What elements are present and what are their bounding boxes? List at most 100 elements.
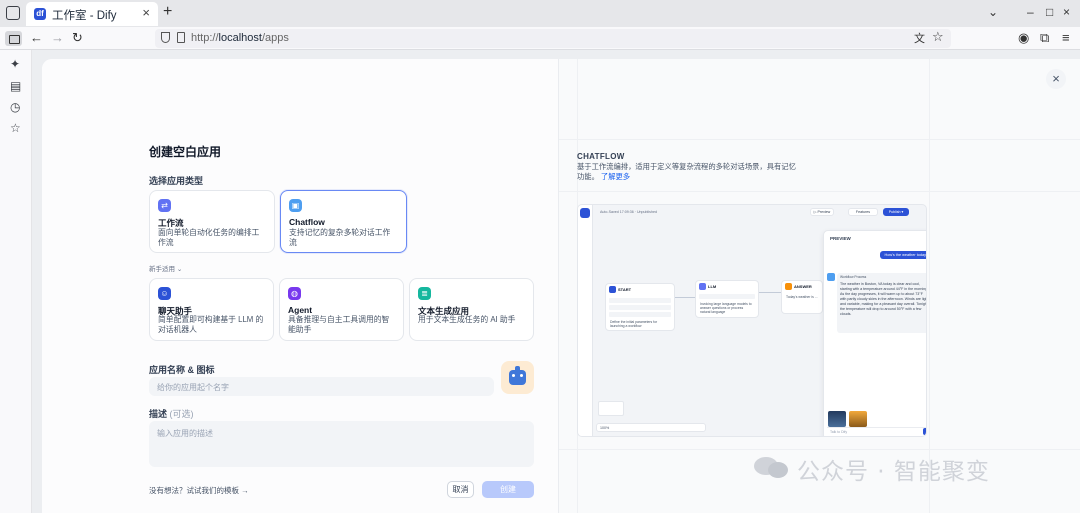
tabs-icon[interactable]: ▤ bbox=[10, 79, 21, 93]
minimap bbox=[598, 401, 624, 416]
app-name-placeholder: 给你的应用起个名字 bbox=[157, 383, 229, 392]
workflow-edge bbox=[675, 297, 695, 298]
maximize-icon[interactable]: □ bbox=[1046, 5, 1053, 19]
answer-node-icon bbox=[785, 283, 792, 290]
chat-preview-panel: PREVIEW How's the weather today Workflow… bbox=[823, 230, 927, 436]
preview-sidebar bbox=[578, 205, 593, 436]
card-desc: 支持记忆的复杂多轮对话工作流 bbox=[289, 228, 391, 247]
start-node: START Define the initial parameters for … bbox=[605, 283, 675, 331]
card-desc: 用于文本生成任务的 AI 助手 bbox=[418, 315, 516, 324]
url-host: localhost bbox=[218, 32, 262, 44]
description-label-text: 描述 bbox=[149, 409, 168, 419]
preview-button: ▷ Preview bbox=[810, 208, 834, 216]
page-title: 创建空白应用 bbox=[149, 145, 222, 159]
app-icon-picker[interactable] bbox=[501, 361, 534, 394]
workflow-process-label: Workflow Process bbox=[840, 275, 867, 279]
menu-icon[interactable]: ≡ bbox=[1062, 30, 1070, 45]
grid-line bbox=[559, 139, 1080, 140]
bot-message: Workflow Process The weather in Boston, … bbox=[837, 273, 927, 333]
optional-tag: (可选) bbox=[169, 409, 194, 419]
back-icon[interactable]: ← bbox=[30, 30, 43, 45]
dify-favicon-icon: df bbox=[34, 8, 46, 20]
beginner-toggle[interactable]: 新手适用 ⌄ bbox=[149, 263, 182, 273]
robot-icon bbox=[509, 366, 526, 385]
cancel-button[interactable]: 取消 bbox=[447, 481, 474, 498]
app-type-label: 选择应用类型 bbox=[149, 176, 204, 186]
reload-icon[interactable]: ↻ bbox=[72, 30, 83, 46]
shield-icon[interactable] bbox=[161, 32, 170, 43]
text-generator-icon: ≣ bbox=[418, 287, 431, 300]
chat-input: Talk to Dify bbox=[827, 427, 926, 436]
card-desc: 简单配置即可构建基于 LLM 的对话机器人 bbox=[158, 315, 264, 334]
attached-image-desert bbox=[849, 411, 867, 427]
features-button: Features bbox=[848, 208, 878, 216]
app-type-card-text-generator[interactable]: ≣ 文本生成应用 用于文本生成任务的 AI 助手 bbox=[409, 278, 534, 341]
url-text[interactable]: http://localhost/apps bbox=[191, 32, 289, 44]
browser-tab-bar: df 工作室 - Dify × + ⌄ – □ × bbox=[0, 0, 1080, 27]
browser-nav-bar: ← → ↻ http://localhost/apps 文 ☆ ◉ ⧉ ≡ bbox=[0, 27, 1080, 50]
chevron-down-icon[interactable]: ⌄ bbox=[988, 5, 998, 19]
page-icon[interactable] bbox=[177, 32, 185, 43]
chat-title: PREVIEW bbox=[830, 236, 851, 241]
window-close-icon[interactable]: × bbox=[1063, 5, 1070, 19]
card-title: Agent bbox=[288, 305, 313, 315]
node-var-row bbox=[609, 298, 671, 303]
extensions-icon[interactable]: ⧉ bbox=[1040, 30, 1049, 46]
node-desc: Today's weather is ... bbox=[786, 295, 818, 299]
description-textarea[interactable]: 输入应用的描述 bbox=[149, 421, 534, 467]
card-title: Chatflow bbox=[289, 217, 325, 227]
bookmark-star-icon[interactable]: ☆ bbox=[932, 29, 944, 45]
close-icon[interactable]: × bbox=[1046, 69, 1066, 89]
bot-avatar-icon bbox=[827, 273, 835, 281]
node-desc: Define the initial parameters for launch… bbox=[610, 320, 658, 328]
app-type-card-chatbot[interactable]: ☺ 聊天助手 简单配置即可构建基于 LLM 的对话机器人 bbox=[149, 278, 274, 341]
answer-node: ANSWER Today's weather is ... bbox=[781, 280, 823, 314]
wechat-logo-icon bbox=[754, 457, 788, 478]
attached-image-night bbox=[828, 411, 846, 427]
app-type-card-agent[interactable]: ◍ Agent 具备推理与自主工具调用的智能助手 bbox=[279, 278, 404, 341]
history-icon[interactable]: ◷ bbox=[10, 100, 20, 114]
browser-tab[interactable]: df 工作室 - Dify × bbox=[26, 2, 158, 26]
preview-title: CHATFLOW bbox=[577, 152, 625, 161]
create-button[interactable]: 创建 bbox=[482, 481, 534, 498]
preview-description: 基于工作流编排，适用于定义等复杂流程的多轮对话场景，具有记忆功能。 了解更多 bbox=[577, 162, 797, 182]
zoom-toolbar: 100% bbox=[596, 423, 706, 432]
template-link[interactable]: 没有想法？试试我们的模板 → bbox=[149, 485, 249, 496]
workflow-edge bbox=[759, 292, 781, 293]
bot-message-text: The weather in Boston, VA today is clear… bbox=[840, 282, 927, 316]
user-message: How's the weather today bbox=[879, 251, 926, 259]
url-bar[interactable]: http://localhost/apps 文 ☆ bbox=[155, 29, 951, 48]
llm-node: LLM Invoking large language models to an… bbox=[695, 280, 759, 318]
app-name-label: 应用名称 & 图标 bbox=[149, 365, 215, 375]
ai-sparkle-icon[interactable]: ✦ bbox=[10, 57, 20, 71]
close-icon[interactable]: × bbox=[142, 5, 150, 20]
chatflow-preview-image: Auto-Saved 17:09:36 · Unpublished ▷ Prev… bbox=[577, 204, 927, 437]
sidebar-toggle-icon[interactable] bbox=[5, 31, 22, 46]
tablist-icon[interactable] bbox=[6, 6, 20, 20]
new-tab-icon[interactable]: + bbox=[163, 3, 172, 21]
app-type-card-workflow[interactable]: ⇄ 工作流 面向单轮自动化任务的编排工作流 bbox=[149, 190, 275, 253]
app-type-card-chatflow[interactable]: ▣ Chatflow 支持记忆的复杂多轮对话工作流 bbox=[280, 190, 407, 253]
node-var-row bbox=[609, 305, 671, 310]
preview-panel: × CHATFLOW 基于工作流编排，适用于定义等复杂流程的多轮对话场景，具有记… bbox=[558, 59, 1080, 513]
url-prefix: http:// bbox=[191, 32, 219, 44]
node-title: ANSWER bbox=[794, 284, 812, 289]
node-title: START bbox=[618, 287, 632, 292]
send-icon bbox=[923, 428, 926, 435]
create-form-panel: 创建空白应用 选择应用类型 ⇄ 工作流 面向单轮自动化任务的编排工作流 ▣ Ch… bbox=[42, 59, 558, 513]
account-icon[interactable]: ◉ bbox=[1018, 30, 1029, 46]
card-desc: 面向单轮自动化任务的编排工作流 bbox=[158, 228, 260, 247]
agent-icon: ◍ bbox=[288, 287, 301, 300]
node-var-row bbox=[609, 312, 671, 317]
tab-title: 工作室 - Dify bbox=[52, 10, 117, 22]
card-desc: 具备推理与自主工具调用的智能助手 bbox=[288, 315, 390, 334]
forward-icon[interactable]: → bbox=[51, 30, 64, 45]
learn-more-link[interactable]: 了解更多 bbox=[601, 172, 630, 181]
bookmarks-icon[interactable]: ☆ bbox=[10, 121, 21, 135]
app-name-input[interactable]: 给你的应用起个名字 bbox=[149, 377, 494, 396]
translate-icon[interactable]: 文 bbox=[914, 30, 925, 46]
minimize-icon[interactable]: – bbox=[1027, 5, 1034, 19]
chatbot-icon: ☺ bbox=[158, 287, 171, 300]
node-title: LLM bbox=[708, 284, 717, 289]
dify-logo-icon bbox=[580, 208, 590, 218]
